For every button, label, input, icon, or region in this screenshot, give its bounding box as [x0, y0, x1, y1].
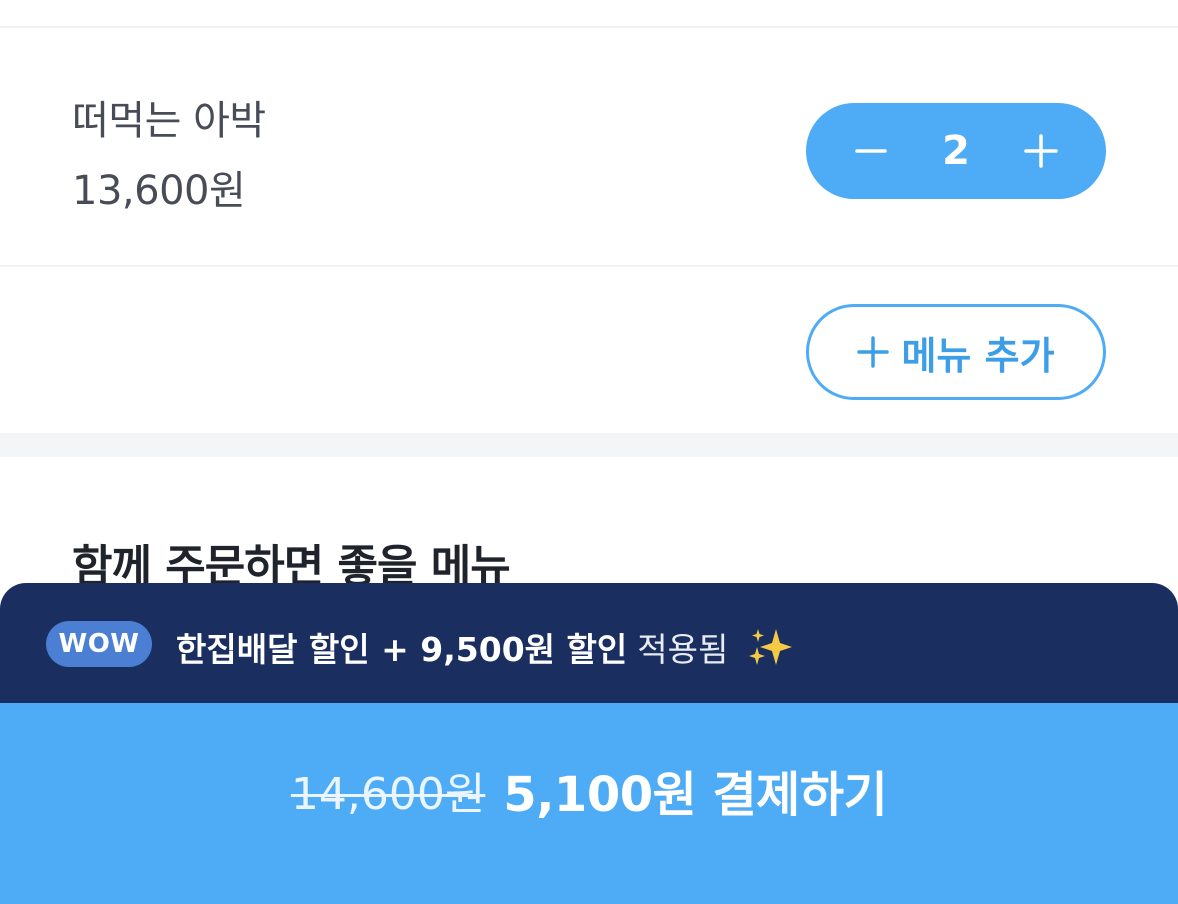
previous-item-edge — [0, 0, 1178, 28]
quantity-stepper: 2 — [806, 103, 1106, 199]
wow-discount-text: 한집배달 할인 + 9,500원 할인 적용됨 — [176, 623, 794, 671]
checkout-button[interactable]: 14,600원 5,100원 결제하기 — [0, 703, 1178, 904]
cart-page: 떠먹는 아박 13,600원 2 메뉴 추가 함께 주문하면 좋을 메뉴 WOW… — [0, 0, 1178, 904]
section-divider — [0, 433, 1178, 457]
plus-icon — [857, 336, 890, 368]
cart-item-name: 떠먹는 아박 — [72, 98, 266, 144]
add-menu-label: 메뉴 추가 — [901, 333, 1055, 378]
decrement-button[interactable] — [846, 126, 896, 176]
cart-item-price: 13,600원 — [72, 168, 246, 214]
add-menu-button[interactable]: 메뉴 추가 — [806, 304, 1106, 400]
plus-icon — [1024, 134, 1058, 168]
wow-badge: WOW — [46, 621, 152, 667]
wow-applied-label: 적용됨 — [637, 630, 729, 669]
original-price: 14,600원 — [290, 768, 486, 820]
increment-button[interactable] — [1016, 126, 1066, 176]
checkout-label: 5,100원 결제하기 — [503, 766, 888, 823]
wow-discount-amount: 한집배달 할인 + 9,500원 할인 — [176, 630, 628, 669]
quantity-value: 2 — [942, 128, 970, 174]
sparkles-icon — [746, 627, 794, 667]
minus-icon — [855, 149, 887, 153]
